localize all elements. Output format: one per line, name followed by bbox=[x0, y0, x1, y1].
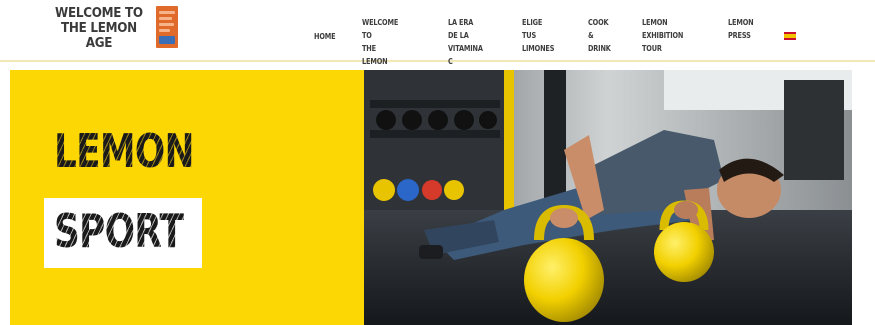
nav-item-cook-drink[interactable]: COOK & DRINK bbox=[588, 16, 611, 55]
nav-item-exhibition-tour[interactable]: LEMON EXHIBITION TOUR bbox=[642, 16, 683, 55]
hero-photo bbox=[364, 70, 852, 325]
nav-item-lemon-press[interactable]: LEMON PRESS bbox=[728, 16, 754, 42]
nav-item-home[interactable]: HOME bbox=[314, 30, 336, 43]
nav-item-elige-limones[interactable]: ELIGE TUS LIMONES bbox=[522, 16, 554, 55]
hero-text-panel: LEMON SPORT bbox=[10, 70, 364, 325]
nav-item-vitamina-c[interactable]: LA ERA DE LA VITAMINA C bbox=[448, 16, 483, 68]
logo-badge-icon bbox=[156, 6, 178, 48]
spain-flag-icon[interactable] bbox=[784, 32, 796, 40]
logo-text: WELCOME TO THE LEMON AGE bbox=[55, 5, 143, 51]
gym-pushup-image bbox=[364, 70, 852, 325]
site-logo[interactable]: WELCOME TO THE LEMON AGE bbox=[52, 5, 182, 51]
hero-title-line2: SPORT bbox=[54, 204, 184, 258]
site-header: WELCOME TO THE LEMON AGE HOME WELCOME TO… bbox=[0, 0, 875, 79]
hero-title-box: SPORT bbox=[44, 198, 202, 268]
hero-title-line1: LEMON bbox=[54, 124, 194, 178]
hero-banner: LEMON SPORT bbox=[10, 70, 852, 325]
